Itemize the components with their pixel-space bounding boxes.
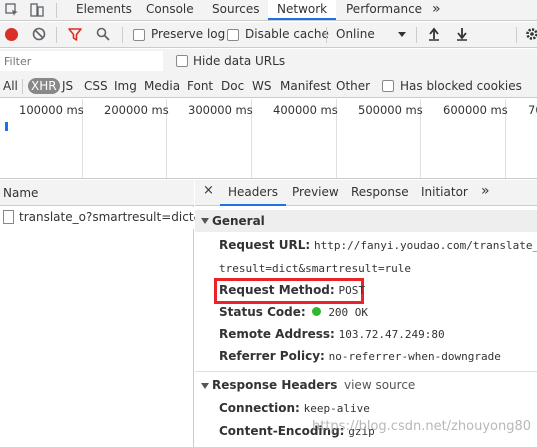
inspect-element-icon[interactable] bbox=[5, 3, 19, 20]
network-toolbar: Preserve log Disable cache Online bbox=[0, 22, 537, 48]
document-icon bbox=[3, 210, 14, 224]
type-xhr[interactable]: XHR bbox=[28, 78, 60, 94]
name-column-header[interactable]: Name bbox=[0, 180, 194, 206]
hide-data-urls-label: Hide data URLs bbox=[193, 54, 286, 68]
request-url-row: Request URL: http://fanyi.youdao.com/tra… bbox=[219, 238, 537, 252]
preserve-log-label: Preserve log bbox=[151, 27, 226, 41]
request-row[interactable]: translate_o?smartresult=dict&... bbox=[0, 207, 214, 229]
general-section-header[interactable]: General bbox=[195, 210, 537, 232]
remote-address-row: Remote Address: 103.72.47.249:80 bbox=[219, 327, 445, 341]
request-url-value: http://fanyi.youdao.com/translate_o bbox=[313, 239, 537, 252]
export-har-icon[interactable] bbox=[456, 27, 468, 44]
tab-sources[interactable]: Sources bbox=[212, 0, 259, 20]
request-url-label: Request URL: bbox=[219, 238, 311, 252]
status-dot-icon bbox=[312, 307, 322, 316]
tab-initiator[interactable]: Initiator bbox=[421, 185, 468, 199]
disable-cache-checkbox[interactable] bbox=[227, 29, 239, 41]
timeline-tick: 70 bbox=[528, 103, 537, 117]
detail-tab-bar: × Headers Preview Response Initiator » bbox=[195, 180, 537, 206]
status-code-value: 200 OK bbox=[328, 306, 369, 319]
tab-network[interactable]: Network bbox=[268, 0, 337, 20]
type-font[interactable]: Font bbox=[187, 79, 213, 93]
more-detail-tabs-icon[interactable]: » bbox=[481, 183, 490, 199]
devtools-tab-bar: Elements Console Sources Network Perform… bbox=[0, 0, 537, 21]
referrer-policy-value: no-referrer-when-downgrade bbox=[328, 350, 501, 363]
triangle-down-icon bbox=[201, 218, 209, 224]
request-name: translate_o?smartresult=dict&... bbox=[19, 210, 215, 224]
type-media[interactable]: Media bbox=[144, 79, 180, 93]
disable-cache-label: Disable cache bbox=[245, 27, 329, 41]
tab-elements[interactable]: Elements bbox=[76, 0, 132, 20]
preserve-log-checkbox[interactable] bbox=[133, 29, 145, 41]
resource-type-filters: All XHR JS CSS Img Media Font Doc WS Man… bbox=[0, 74, 537, 98]
response-headers-title: Response Headers bbox=[212, 378, 338, 392]
connection-value: keep-alive bbox=[303, 402, 370, 415]
type-js[interactable]: JS bbox=[62, 79, 73, 93]
timeline-tick: 300000 ms bbox=[188, 103, 253, 117]
remote-address-label: Remote Address: bbox=[219, 327, 335, 341]
filter-icon[interactable] bbox=[68, 28, 82, 44]
status-code-row: Status Code: 200 OK bbox=[219, 305, 368, 319]
timeline-tick: 500000 ms bbox=[358, 103, 423, 117]
has-blocked-cookies-label: Has blocked cookies bbox=[400, 79, 522, 93]
tab-preview[interactable]: Preview bbox=[292, 185, 339, 199]
request-method-value: POST bbox=[338, 284, 366, 297]
timeline-tick: 600000 ms bbox=[443, 103, 508, 117]
tab-performance[interactable]: Performance bbox=[346, 0, 422, 20]
chevron-down-icon[interactable] bbox=[398, 32, 406, 37]
has-blocked-cookies-checkbox[interactable] bbox=[382, 80, 394, 92]
request-waterfall-bar bbox=[5, 122, 8, 131]
filter-input[interactable] bbox=[0, 51, 163, 71]
hide-data-urls-checkbox[interactable] bbox=[176, 55, 188, 67]
general-title: General bbox=[212, 214, 265, 228]
view-source-link[interactable]: view source bbox=[344, 378, 415, 392]
type-ws[interactable]: WS bbox=[252, 79, 271, 93]
timeline-tick: 100000 ms bbox=[19, 103, 84, 117]
device-toolbar-icon[interactable] bbox=[30, 3, 44, 20]
throttling-select[interactable]: Online bbox=[336, 27, 375, 41]
type-doc[interactable]: Doc bbox=[221, 79, 244, 93]
tab-headers[interactable]: Headers bbox=[220, 180, 286, 206]
watermark-text: https://blog.csdn.net/zhouyong80 bbox=[312, 419, 531, 434]
tab-console[interactable]: Console bbox=[146, 0, 194, 20]
tab-response[interactable]: Response bbox=[351, 185, 409, 199]
record-icon[interactable] bbox=[5, 28, 18, 41]
settings-gear-icon[interactable] bbox=[525, 27, 537, 44]
request-method-row: Request Method: POST bbox=[219, 283, 365, 297]
triangle-down-icon bbox=[201, 383, 209, 389]
request-method-label: Request Method: bbox=[219, 283, 335, 297]
close-icon[interactable]: × bbox=[203, 183, 214, 198]
timeline-tick: 200000 ms bbox=[104, 103, 169, 117]
request-detail-pane: × Headers Preview Response Initiator » G… bbox=[195, 180, 537, 447]
request-url-value-continued: tresult=dict&smartresult=rule bbox=[219, 262, 412, 275]
remote-address-value: 103.72.47.249:80 bbox=[338, 328, 445, 341]
referrer-policy-label: Referrer Policy: bbox=[219, 349, 325, 363]
type-css[interactable]: CSS bbox=[84, 79, 108, 93]
timeline-tick: 400000 ms bbox=[273, 103, 338, 117]
type-all[interactable]: All bbox=[3, 79, 18, 93]
referrer-policy-row: Referrer Policy: no-referrer-when-downgr… bbox=[219, 349, 501, 363]
filter-row: Hide data URLs bbox=[0, 49, 537, 74]
type-other[interactable]: Other bbox=[336, 79, 370, 93]
search-icon[interactable] bbox=[96, 27, 110, 44]
timeline-overview[interactable]: 100000 ms 200000 ms 300000 ms 400000 ms … bbox=[0, 99, 537, 179]
connection-row: Connection: keep-alive bbox=[219, 401, 370, 415]
more-tabs-icon[interactable]: » bbox=[432, 0, 441, 20]
clear-icon[interactable] bbox=[32, 27, 46, 44]
response-headers-section-header[interactable]: Response Headers view source bbox=[195, 375, 537, 397]
connection-label: Connection: bbox=[219, 401, 300, 415]
type-img[interactable]: Img bbox=[114, 79, 137, 93]
status-code-label: Status Code: bbox=[219, 305, 306, 319]
request-url-continuation: tresult=dict&smartresult=rule bbox=[219, 261, 411, 275]
import-har-icon[interactable] bbox=[428, 27, 440, 44]
type-manifest[interactable]: Manifest bbox=[280, 79, 331, 93]
request-list: Name translate_o?smartresult=dict&... bbox=[0, 180, 214, 447]
